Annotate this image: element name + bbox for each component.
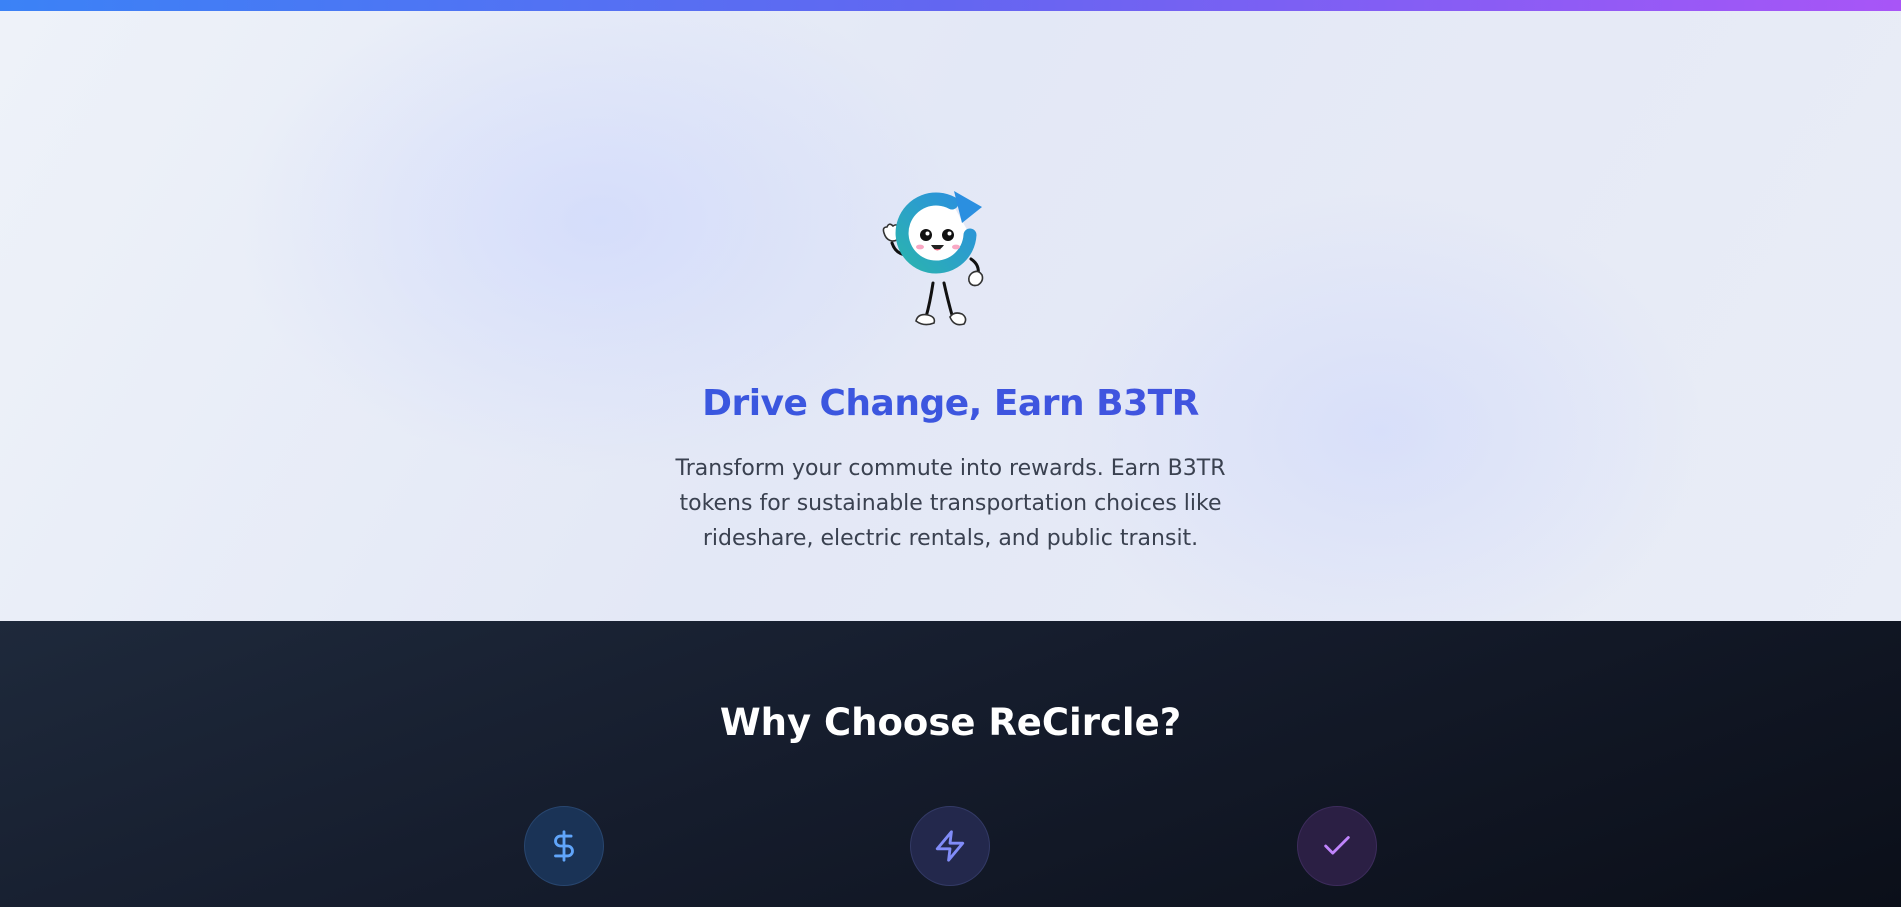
dollar-icon (554, 830, 574, 862)
hero-subtitle: Transform your commute into rewards. Ear… (675, 456, 1226, 551)
hero-section: Drive Change, Earn B3TR Transform your c… (0, 11, 1901, 621)
feature-rewards-badge (524, 806, 604, 886)
feature-speed-badge (910, 806, 990, 886)
check-icon (1324, 836, 1350, 855)
feature-verified-badge (1297, 806, 1377, 886)
recircle-mascot-icon (882, 191, 984, 326)
top-accent-bar (0, 0, 1901, 11)
lightning-icon (935, 830, 965, 862)
features-section: Why Choose ReCircle? (0, 621, 1901, 907)
hero-title: Drive Change, Earn B3TR (0, 383, 1901, 424)
features-title: Why Choose ReCircle? (719, 701, 1182, 744)
